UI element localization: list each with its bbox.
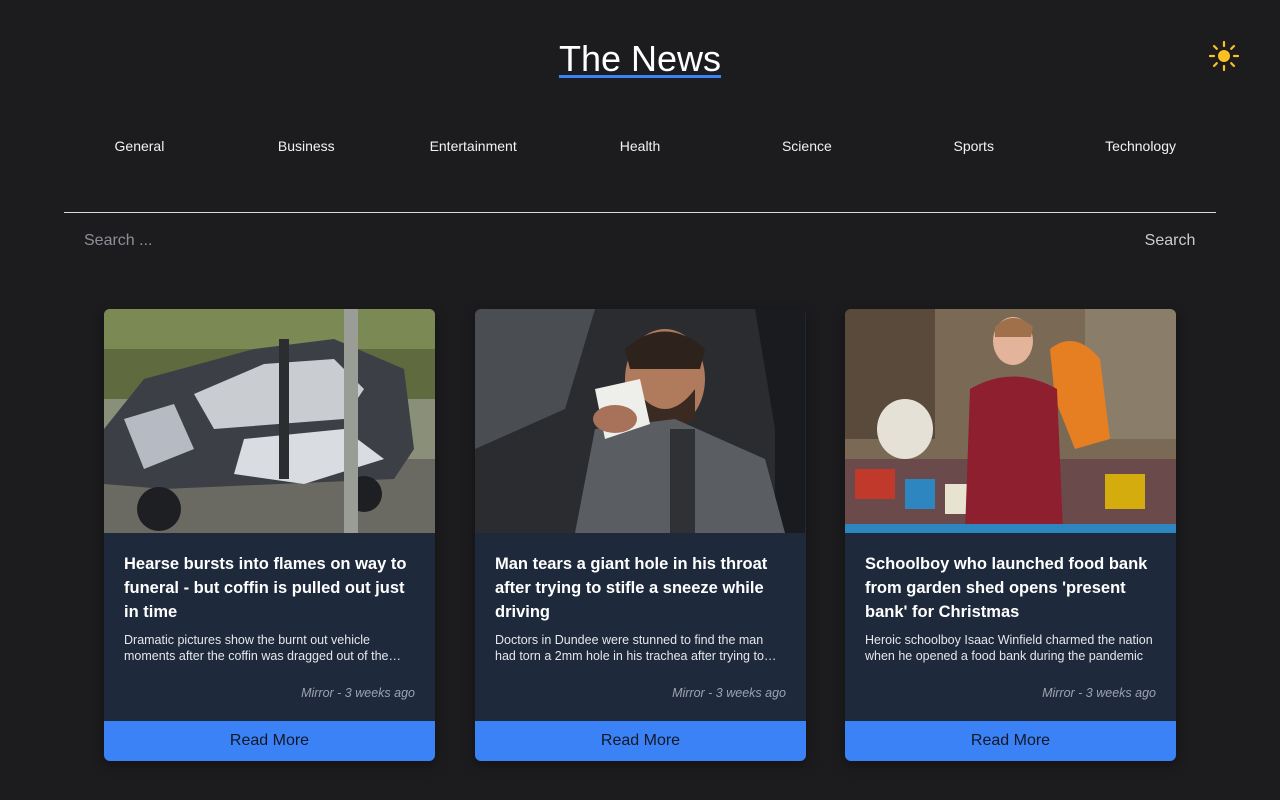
search-divider [64,212,1216,213]
article-meta: Mirror - 3 weeks ago [1042,686,1156,700]
article-meta: Mirror - 3 weeks ago [672,686,786,700]
sun-icon [1208,40,1240,76]
schoolboy-present-bank-photo[interactable] [845,309,1176,533]
category-nav: General Business Entertainment Health Sc… [56,134,1224,158]
article-title[interactable]: Hearse bursts into flames on way to fune… [124,552,420,624]
category-general[interactable]: General [56,134,223,158]
read-more-button[interactable]: Read More [104,721,435,761]
read-more-button[interactable]: Read More [845,721,1176,761]
article-card: Hearse bursts into flames on way to fune… [104,309,435,761]
article-description: Dramatic pictures show the burnt out veh… [124,633,389,663]
search-input[interactable] [72,226,996,256]
article-card: Schoolboy who launched food bank from ga… [845,309,1176,761]
article-title[interactable]: Man tears a giant hole in his throat aft… [495,552,791,624]
article-description: Doctors in Dundee were stunned to find t… [495,633,764,663]
burnt-car-photo[interactable] [104,309,435,533]
site-title-link[interactable]: The News [559,38,721,79]
article-meta: Mirror - 3 weeks ago [301,686,415,700]
sneezing-driver-photo[interactable] [475,309,806,533]
site-title: The News [0,38,1280,80]
article-title[interactable]: Schoolboy who launched food bank from ga… [865,552,1161,624]
article-description: Heroic schoolboy Isaac Winfield charmed … [865,633,1153,663]
article-card: Man tears a giant hole in his throat aft… [475,309,806,761]
category-business[interactable]: Business [223,134,390,158]
category-science[interactable]: Science [723,134,890,158]
category-sports[interactable]: Sports [890,134,1057,158]
read-more-button[interactable]: Read More [475,721,806,761]
category-technology[interactable]: Technology [1057,134,1224,158]
category-entertainment[interactable]: Entertainment [390,134,557,158]
news-page: The News General Business Entertainment … [0,0,1280,800]
theme-toggle-button[interactable] [1208,40,1240,72]
category-health[interactable]: Health [557,134,724,158]
search-button[interactable]: Search [1132,226,1208,256]
